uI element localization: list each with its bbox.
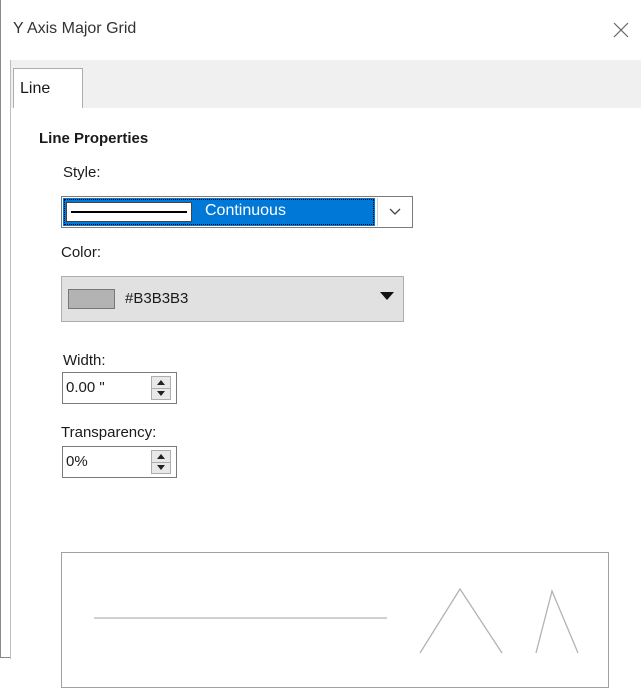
transparency-decrease-button[interactable] [152,462,170,473]
transparency-label-text: Transparency: [61,424,157,441]
triangle-down-icon [380,292,394,300]
close-button[interactable] [601,12,641,48]
dialog-window: Y Axis Major Grid Line Line Properties S… [0,0,641,688]
line-properties-heading: Line Properties [39,130,149,147]
style-value: Continuous [205,202,286,219]
style-label-text: Style: [63,164,101,181]
color-picker-button[interactable]: #B3B3B3 [61,276,404,322]
tab-page-line: Line Properties Style: Continuous Color:… [11,108,641,688]
spin-up-icon [157,380,165,385]
chevron-down-icon [389,208,401,215]
tab-line[interactable]: Line [13,68,83,109]
width-value: 0.00 " [66,379,105,396]
style-dropdown[interactable]: Continuous [61,196,413,228]
dialog-client-area: Line Line Properties Style: Continuous C… [10,60,641,688]
style-dropdown-toggle[interactable] [377,198,412,226]
width-label: Width: [63,352,106,369]
transparency-label: Transparency: [61,424,156,441]
close-icon [613,22,629,38]
preview-narrow-peak [535,588,579,654]
style-label: Style: [63,164,101,181]
width-spinbox[interactable]: 0.00 " [62,372,177,404]
color-label-text: Color: [61,244,102,261]
line-preview-drawing [94,587,579,654]
preview-wide-peak [419,587,503,654]
tab-line-label: Line [20,80,51,97]
color-swatch [68,289,115,309]
spin-up-icon [157,454,165,459]
transparency-spinbox[interactable]: 0% [62,446,177,478]
width-label-text: Width: [63,352,106,369]
line-style-preview-icon [66,202,192,222]
title-bar: Y Axis Major Grid [1,0,641,60]
transparency-value: 0% [66,453,88,470]
style-selected-item: Continuous [63,198,375,226]
color-value: #B3B3B3 [125,290,189,307]
color-label: Color: [61,244,101,261]
dialog-title: Y Axis Major Grid [13,20,137,37]
tab-strip: Line [11,60,641,109]
line-preview [61,552,609,688]
spin-down-icon [157,465,165,470]
width-decrease-button[interactable] [152,388,170,399]
spin-down-icon [157,391,165,396]
transparency-spin-buttons [151,450,171,474]
width-spin-buttons [151,376,171,400]
